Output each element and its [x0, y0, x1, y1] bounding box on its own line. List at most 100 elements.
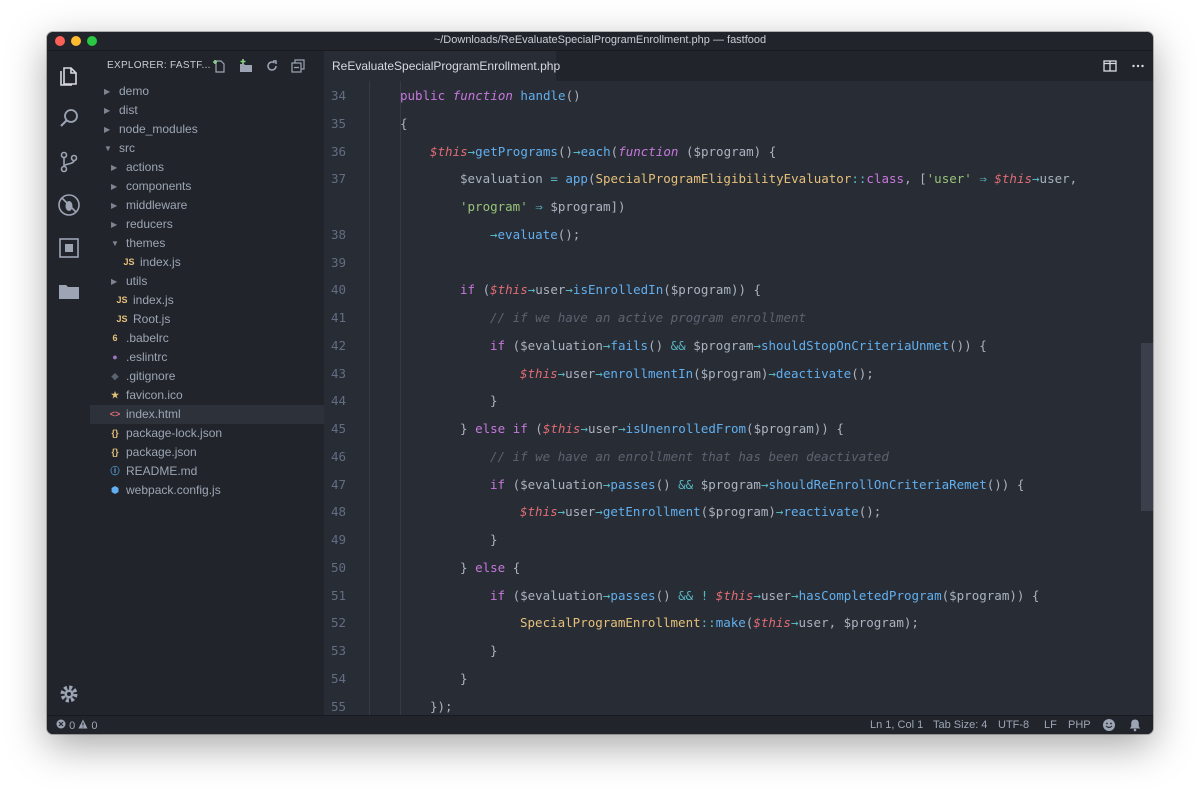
line-number: 40 [330, 282, 346, 298]
code-line[interactable]: 43 $this→user→enrollmentIn($program)→deac… [324, 360, 1153, 387]
collapse-all-icon[interactable] [290, 58, 306, 74]
chevron-right-icon[interactable]: ▶ [111, 196, 121, 215]
new-file-icon[interactable] [212, 58, 228, 74]
code-token: → [490, 226, 498, 242]
folder-icon[interactable] [56, 278, 82, 304]
chevron-right-icon[interactable]: ▶ [111, 215, 121, 234]
code-token: → [1032, 171, 1040, 187]
code-line[interactable]: 37 $evaluation = app(SpecialProgramEligib… [324, 165, 1153, 192]
source-control-icon[interactable] [56, 149, 82, 175]
extensions-icon[interactable] [56, 235, 82, 261]
new-folder-icon[interactable] [238, 58, 254, 74]
code-line[interactable]: 41 // if we have an active program enroll… [324, 304, 1153, 331]
chevron-down-icon[interactable]: ▼ [111, 234, 121, 253]
tree-file-item[interactable]: ★ favicon.ico [90, 386, 324, 405]
tree-file-item[interactable]: ⬢ webpack.config.js [90, 481, 324, 500]
tree-folder-item[interactable]: ▶ actions [90, 158, 324, 177]
code-line[interactable]: 53} [324, 637, 1153, 664]
chevron-right-icon[interactable]: ▶ [104, 120, 114, 139]
gear-icon[interactable] [56, 681, 82, 707]
code-line[interactable]: 47 if ($evaluation→passes() && $program→s… [324, 471, 1153, 498]
code-line[interactable]: 34 public function handle() [324, 82, 1153, 109]
tree-folder-item[interactable]: ▼ src [90, 139, 324, 158]
code-token: else if [475, 421, 536, 436]
tree-folder-item[interactable]: ▼ themes [90, 234, 324, 253]
tree-file-item[interactable]: 6 .babelrc [90, 329, 324, 348]
code-token: () [655, 587, 679, 603]
search-icon[interactable] [56, 106, 82, 132]
tree-file-item[interactable]: ● .eslintrc [90, 348, 324, 367]
code-line[interactable]: 36 $this→getPrograms()→each(function ($pr… [324, 138, 1153, 165]
chevron-right-icon[interactable]: ▶ [104, 101, 114, 120]
tree-file-item[interactable]: {} package.json [90, 443, 324, 462]
code-token: deactivate [775, 365, 852, 381]
split-editor-icon[interactable] [1102, 58, 1118, 74]
language-mode[interactable]: PHP [1068, 719, 1091, 731]
code-token: ⇒ [971, 171, 995, 187]
more-icon[interactable] [1130, 58, 1146, 74]
code-line[interactable]: 44} [324, 387, 1153, 414]
chevron-down-icon[interactable]: ▼ [104, 139, 114, 158]
code-line[interactable]: 42 if ($evaluation→fails() && $program→sh… [324, 332, 1153, 359]
code-line[interactable]: 48 $this→user→getEnrollment($program)→rea… [324, 498, 1153, 525]
code-line[interactable]: 54} [324, 665, 1153, 692]
code-token: $evaluation [460, 171, 551, 187]
tree-folder-item[interactable]: ▶ demo [90, 82, 324, 101]
tree-folder-item[interactable]: ▶ components [90, 177, 324, 196]
code-line[interactable]: 35 { [324, 110, 1153, 137]
code-token: SpecialProgramEnrollment [520, 615, 701, 631]
tree-folder-item[interactable]: ▶ node_modules [90, 120, 324, 139]
code-line[interactable]: 51 if ($evaluation→passes() && ! $this→us… [324, 582, 1153, 609]
tab-size[interactable]: Tab Size: 4 [933, 719, 987, 731]
code-token: ($evaluation [512, 476, 603, 492]
refresh-icon[interactable] [264, 58, 280, 74]
code-line[interactable]: 49} [324, 526, 1153, 553]
tree-file-item[interactable]: JS Root.js [90, 310, 324, 329]
tab-label: ReEvaluateSpecialProgramEnrollment.php [332, 59, 561, 73]
debug-icon[interactable] [56, 192, 82, 218]
tree-folder-item[interactable]: ▶ dist [90, 101, 324, 120]
chevron-right-icon[interactable]: ▶ [111, 177, 121, 196]
code-line[interactable]: 50} else { [324, 554, 1153, 581]
code-view[interactable]: 34 public function handle() 35{36 $this→get… [324, 81, 1153, 715]
code-text: } else { [460, 554, 520, 581]
cursor-position[interactable]: Ln 1, Col 1 [870, 719, 923, 731]
tree-folder-item[interactable]: ▶ utils [90, 272, 324, 291]
tree-folder-item[interactable]: ▶ reducers [90, 215, 324, 234]
tree-file-item[interactable]: {} package-lock.json [90, 424, 324, 443]
code-line[interactable]: 'program' ⇒ $program]) [324, 193, 1153, 220]
line-number: 46 [330, 448, 346, 464]
line-ending[interactable]: LF [1044, 719, 1057, 731]
tab-active-file[interactable]: ReEvaluateSpecialProgramEnrollment.php [324, 51, 560, 81]
code-line[interactable]: 39 [324, 249, 1153, 276]
feedback-smiley-icon[interactable] [1102, 718, 1116, 734]
chevron-right-icon[interactable]: ▶ [111, 272, 121, 291]
chevron-right-icon[interactable]: ▶ [104, 82, 114, 101]
code-line[interactable]: 52 SpecialProgramEnrollment::make($this→u… [324, 609, 1153, 636]
chevron-right-icon[interactable]: ▶ [111, 158, 121, 177]
files-icon[interactable] [56, 63, 82, 89]
code-token: $this [542, 421, 581, 436]
code-token: $program]) [550, 199, 626, 214]
code-token: ()) { [949, 337, 987, 353]
tree-file-item[interactable]: JS index.js [90, 291, 324, 310]
code-token: → [595, 365, 603, 381]
encoding[interactable]: UTF-8 [998, 719, 1029, 731]
code-token: } [490, 643, 498, 658]
code-token: if [490, 476, 513, 492]
code-line[interactable]: 45} else if ($this→user→isUnenrolledFrom… [324, 415, 1153, 442]
tree-item-label: .eslintrc [126, 350, 168, 364]
vertical-scrollbar[interactable] [1141, 343, 1153, 511]
tree-file-item[interactable]: JS index.js [90, 253, 324, 272]
tree-folder-item[interactable]: ▶ middleware [90, 196, 324, 215]
problems-indicator[interactable]: 0 0 [56, 719, 97, 732]
notifications-bell-icon[interactable] [1128, 718, 1142, 734]
code-token: ⇒ [527, 199, 551, 214]
tree-file-item[interactable]: ⓘ README.md [90, 462, 324, 481]
code-line[interactable]: 46 // if we have an enrollment that has b… [324, 443, 1153, 470]
code-line[interactable]: 40 if ($this→user→isEnrolledIn($program))… [324, 276, 1153, 303]
tree-file-item[interactable]: ◆ .gitignore [90, 367, 324, 386]
tree-file-item[interactable]: <> index.html [90, 405, 324, 424]
code-token: $this [715, 587, 754, 603]
code-line[interactable]: 38 →evaluate(); [324, 221, 1153, 248]
